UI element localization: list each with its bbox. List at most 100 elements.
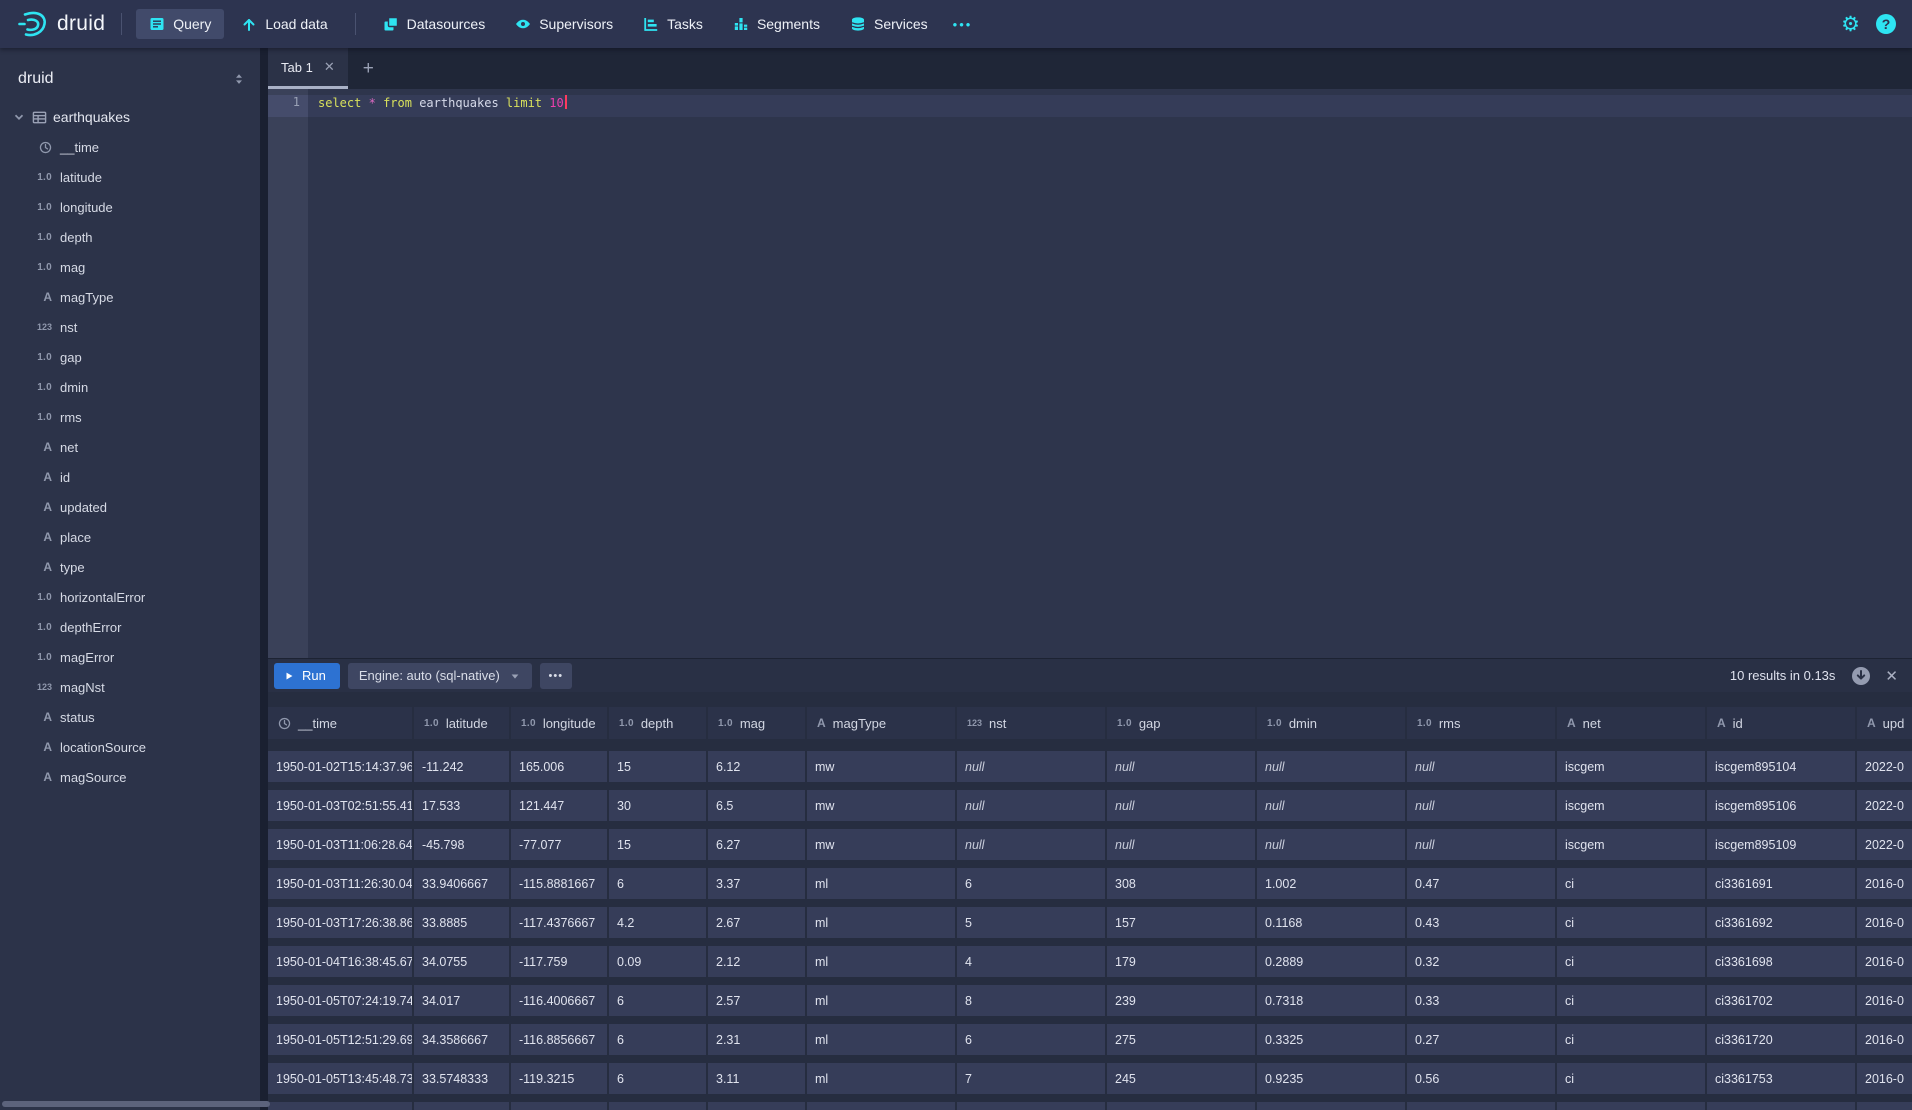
table-cell[interactable]: 2016-0 [1857, 907, 1912, 938]
table-cell[interactable]: 6.12 [708, 751, 807, 782]
table-cell[interactable]: null [957, 829, 1107, 860]
table-cell[interactable]: 34.3586667 [414, 1024, 511, 1055]
table-cell[interactable]: 6 [609, 1063, 708, 1094]
table-cell[interactable]: 0.09 [609, 946, 708, 977]
table-cell[interactable]: 165.006 [511, 751, 609, 782]
table-cell[interactable]: 6 [609, 985, 708, 1016]
table-cell[interactable]: 179 [1107, 946, 1257, 977]
nav-item-services[interactable]: Services [837, 9, 941, 39]
table-cell[interactable]: 5 [957, 907, 1107, 938]
table-cell[interactable]: 0.7318 [1257, 985, 1407, 1016]
table-cell[interactable]: 1950-01-02T15:14:37.960Z [268, 751, 414, 782]
table-cell[interactable]: 245 [1107, 1063, 1257, 1094]
table-cell[interactable]: 239 [1107, 985, 1257, 1016]
column-header-gap[interactable]: 1.0gap [1107, 707, 1257, 739]
sidebar-column-status[interactable]: Astatus [0, 702, 260, 732]
nav-item-segments[interactable]: Segments [720, 9, 833, 39]
table-cell[interactable]: null [1107, 751, 1257, 782]
table-cell[interactable]: 33.8885 [414, 907, 511, 938]
sidebar-column-latitude[interactable]: 1.0latitude [0, 162, 260, 192]
table-cell[interactable]: 157 [1107, 907, 1257, 938]
table-cell[interactable]: 0.2889 [1257, 946, 1407, 977]
table-cell[interactable]: null [1407, 829, 1557, 860]
table-cell[interactable]: 0.27 [1407, 1024, 1557, 1055]
druid-brand[interactable]: druid [16, 8, 105, 40]
table-cell[interactable]: mw [807, 751, 957, 782]
table-cell[interactable]: iscgem [1557, 829, 1707, 860]
table-cell[interactable]: -11.242 [414, 751, 511, 782]
column-header-magType[interactable]: AmagType [807, 707, 957, 739]
table-cell[interactable]: iscgem895104 [1707, 751, 1857, 782]
table-cell[interactable] [1857, 1102, 1912, 1110]
table-cell[interactable]: 2016-0 [1857, 985, 1912, 1016]
table-cell[interactable]: 275 [1107, 1024, 1257, 1055]
table-cell[interactable]: 0.43 [1407, 907, 1557, 938]
table-cell[interactable] [708, 1102, 807, 1110]
table-cell[interactable]: 6 [957, 1024, 1107, 1055]
column-header-upd[interactable]: Aupd [1857, 707, 1912, 739]
nav-item-supervisors[interactable]: Supervisors [502, 9, 626, 39]
sidebar-column-horizontalError[interactable]: 1.0horizontalError [0, 582, 260, 612]
table-cell[interactable]: 2.57 [708, 985, 807, 1016]
table-cell[interactable]: 6.27 [708, 829, 807, 860]
table-cell[interactable]: iscgem895109 [1707, 829, 1857, 860]
table-cell[interactable]: 34.0755 [414, 946, 511, 977]
table-cell[interactable]: iscgem [1557, 790, 1707, 821]
table-cell[interactable]: 6 [609, 868, 708, 899]
table-cell[interactable]: 2016-0 [1857, 1024, 1912, 1055]
sidebar-column-place[interactable]: Aplace [0, 522, 260, 552]
sidebar-column-depth[interactable]: 1.0depth [0, 222, 260, 252]
table-cell[interactable]: null [1257, 751, 1407, 782]
table-cell[interactable]: 6.5 [708, 790, 807, 821]
column-header-nst[interactable]: 123nst [957, 707, 1107, 739]
table-cell[interactable]: ci [1557, 1063, 1707, 1094]
table-cell[interactable]: ci [1557, 1024, 1707, 1055]
table-cell[interactable]: 2016-0 [1857, 946, 1912, 977]
table-cell[interactable] [1107, 1102, 1257, 1110]
table-cell[interactable]: 0.47 [1407, 868, 1557, 899]
table-cell[interactable]: ci3361753 [1707, 1063, 1857, 1094]
table-cell[interactable]: 1950-01-05T13:45:48.730Z [268, 1063, 414, 1094]
sidebar-column-longitude[interactable]: 1.0longitude [0, 192, 260, 222]
more-menu-button[interactable]: ••• [943, 17, 983, 32]
table-cell[interactable]: 1950-01-05T07:24:19.740Z [268, 985, 414, 1016]
run-more-button[interactable]: ••• [540, 663, 572, 689]
table-cell[interactable]: -77.077 [511, 829, 609, 860]
tab-close-icon[interactable]: ✕ [324, 59, 335, 75]
table-cell[interactable] [957, 1102, 1107, 1110]
table-cell[interactable]: -116.8856667 [511, 1024, 609, 1055]
horizontal-scrollbar-thumb[interactable] [2, 1101, 270, 1107]
column-header-longitude[interactable]: 1.0longitude [511, 707, 609, 739]
table-cell[interactable]: null [957, 751, 1107, 782]
table-cell[interactable]: 2016-0 [1857, 868, 1912, 899]
table-cell[interactable]: ml [807, 868, 957, 899]
table-cell[interactable]: 2022-0 [1857, 829, 1912, 860]
table-cell[interactable]: 0.56 [1407, 1063, 1557, 1094]
sidebar-column-magError[interactable]: 1.0magError [0, 642, 260, 672]
table-cell[interactable]: 1950-01-04T16:38:45.670Z [268, 946, 414, 977]
close-results-icon[interactable]: ✕ [1885, 667, 1898, 685]
table-cell[interactable] [414, 1102, 511, 1110]
table-cell[interactable] [1707, 1102, 1857, 1110]
table-cell[interactable]: 1.002 [1257, 868, 1407, 899]
table-cell[interactable]: ci [1557, 946, 1707, 977]
table-cell[interactable]: 3.37 [708, 868, 807, 899]
table-cell[interactable] [1257, 1102, 1407, 1110]
sidebar-column-mag[interactable]: 1.0mag [0, 252, 260, 282]
table-cell[interactable]: ci3361702 [1707, 985, 1857, 1016]
table-cell[interactable]: 2022-0 [1857, 790, 1912, 821]
sidebar-table-earthquakes[interactable]: earthquakes [0, 102, 260, 132]
sidebar-column-nst[interactable]: 123nst [0, 312, 260, 342]
table-cell[interactable]: 308 [1107, 868, 1257, 899]
table-cell[interactable]: iscgem895106 [1707, 790, 1857, 821]
table-cell[interactable]: 15 [609, 829, 708, 860]
table-cell[interactable]: iscgem [1557, 751, 1707, 782]
table-cell[interactable]: ml [807, 1024, 957, 1055]
nav-item-query[interactable]: Query [136, 9, 224, 39]
table-cell[interactable]: ci3361720 [1707, 1024, 1857, 1055]
sidebar-column-rms[interactable]: 1.0rms [0, 402, 260, 432]
sidebar-column-locationSource[interactable]: AlocationSource [0, 732, 260, 762]
sidebar-column-gap[interactable]: 1.0gap [0, 342, 260, 372]
table-cell[interactable]: -45.798 [414, 829, 511, 860]
table-cell[interactable]: 1950-01-03T02:51:55.410Z [268, 790, 414, 821]
